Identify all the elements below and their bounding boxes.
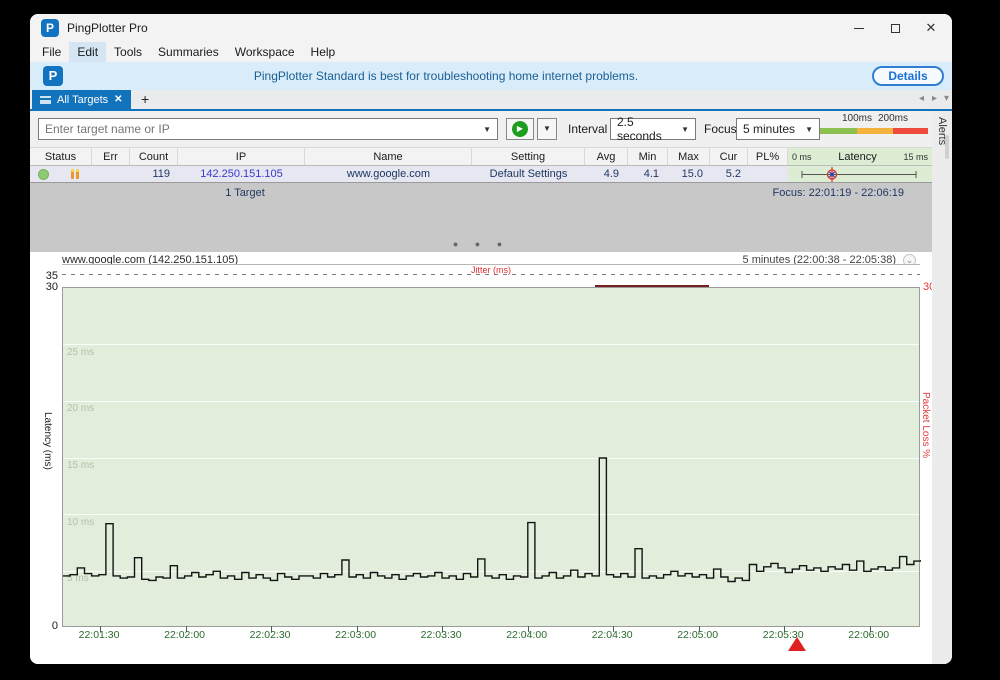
splitter-handle[interactable]: ● ● ● <box>30 239 932 249</box>
x-tick-label: 22:04:30 <box>592 629 633 641</box>
latency-axis-max-label: 30 <box>34 281 58 293</box>
play-icon: ▶ <box>512 121 528 137</box>
menu-bar: File Edit Tools Summaries Workspace Help <box>30 42 952 62</box>
col-setting[interactable]: Setting <box>472 148 585 165</box>
table-header: Status Err Count IP Name Setting Avg Min… <box>30 147 932 166</box>
target-dropdown-icon[interactable]: ▼ <box>483 125 491 134</box>
notification-bar: P PingPlotter Standard is best for troub… <box>30 62 952 90</box>
latency-axis-min-label: 0 <box>34 620 58 632</box>
count-cell: 119 <box>130 166 178 182</box>
close-button[interactable]: ✕ <box>914 14 948 42</box>
latency-scale-bar <box>820 128 928 134</box>
tab-bar: All Targets ✕ + ◂ ▸ ▾ <box>30 90 952 109</box>
x-tick-label: 22:04:00 <box>506 629 547 641</box>
min-cell: 4.1 <box>628 166 668 182</box>
col-min[interactable]: Min <box>628 148 668 165</box>
tab-label: All Targets <box>57 94 108 106</box>
x-tick-label: 22:03:00 <box>335 629 376 641</box>
tab-all-targets[interactable]: All Targets ✕ <box>32 90 131 109</box>
latency-plot[interactable]: 5 ms10 ms15 ms20 ms25 ms <box>62 287 920 627</box>
tab-scroll-right-icon[interactable]: ▸ <box>932 93 937 104</box>
menu-tools[interactable]: Tools <box>106 42 150 62</box>
x-tick-label: 22:02:30 <box>250 629 291 641</box>
setting-cell[interactable]: Default Settings <box>472 166 585 182</box>
table-row[interactable]: 119 142.250.151.105 www.google.com Defau… <box>30 166 932 183</box>
x-tick-label: 22:02:00 <box>164 629 205 641</box>
x-tick-label: 22:06:00 <box>848 629 889 641</box>
avg-cell: 4.9 <box>585 166 628 182</box>
maximize-button[interactable] <box>878 14 912 42</box>
menu-file[interactable]: File <box>34 42 69 62</box>
latency-axis-title: Latency (ms) <box>42 412 53 592</box>
notification-message: PingPlotter Standard is best for trouble… <box>30 69 862 83</box>
x-tick-label: 22:05:30 <box>763 629 804 641</box>
window-title: PingPlotter Pro <box>67 21 148 35</box>
max-cell: 15.0 <box>668 166 710 182</box>
toolbar: Enter target name or IP ▼ ▶ ▼ Interval 2… <box>30 111 932 147</box>
col-latency[interactable]: 0 ms Latency 15 ms <box>788 148 932 165</box>
col-cur[interactable]: Cur <box>710 148 748 165</box>
col-err[interactable]: Err <box>92 148 130 165</box>
tab-list-dropdown-icon[interactable]: ▾ <box>944 93 949 104</box>
jitter-label: Jitter (ms) <box>62 265 920 275</box>
col-count[interactable]: Count <box>130 148 178 165</box>
x-tick-label: 22:01:30 <box>79 629 120 641</box>
tab-scroll-left-icon[interactable]: ◂ <box>919 93 924 104</box>
focus-select[interactable]: 5 minutes ▼ <box>736 118 820 140</box>
err-cell <box>92 166 130 182</box>
targets-count: 1 Target <box>180 187 310 199</box>
menu-edit[interactable]: Edit <box>69 42 106 62</box>
latency-series <box>63 288 921 628</box>
jitter-strip: Jitter (ms) <box>62 264 920 286</box>
scale-green-segment <box>820 128 857 134</box>
latency-range-indicator <box>788 166 932 183</box>
scale-red-segment <box>893 128 928 134</box>
col-max[interactable]: Max <box>668 148 710 165</box>
cur-cell: 5.2 <box>710 166 748 182</box>
x-tick-label: 22:05:00 <box>677 629 718 641</box>
interval-select[interactable]: 2.5 seconds ▼ <box>610 118 696 140</box>
pl-cell <box>748 166 788 182</box>
right-side-strip: Alerts <box>932 111 952 664</box>
tab-close-icon[interactable]: ✕ <box>114 94 122 105</box>
details-button[interactable]: Details <box>872 66 944 86</box>
latency-range-cell <box>788 166 932 182</box>
strip-scrollbar-thumb[interactable] <box>945 135 949 159</box>
app-logo-icon: P <box>41 19 59 37</box>
col-avg[interactable]: Avg <box>585 148 628 165</box>
status-cell <box>30 166 92 182</box>
chart-panel: www.google.com (142.250.151.105) 5 minut… <box>30 252 932 664</box>
focus-label: Focus <box>704 122 737 136</box>
col-pl[interactable]: PL% <box>748 148 788 165</box>
name-cell[interactable]: www.google.com <box>305 166 472 182</box>
packetloss-axis-title: Packet Loss % <box>920 392 931 572</box>
app-window: P PingPlotter Pro ✕ File Edit Tools Summ… <box>30 14 952 664</box>
firewall-icon <box>71 169 79 179</box>
status-ok-icon <box>38 169 49 180</box>
menu-summaries[interactable]: Summaries <box>150 42 227 62</box>
hamburger-icon <box>40 96 51 104</box>
new-tab-button[interactable]: + <box>136 91 154 107</box>
scale-yellow-segment <box>857 128 893 134</box>
focus-range-label: Focus: 22:01:19 - 22:06:19 <box>773 187 904 199</box>
target-input[interactable]: Enter target name or IP ▼ <box>38 118 498 140</box>
menu-workspace[interactable]: Workspace <box>227 42 303 62</box>
menu-help[interactable]: Help <box>303 42 344 62</box>
start-button[interactable]: ▶ <box>506 118 534 140</box>
ip-cell[interactable]: 142.250.151.105 <box>178 166 305 182</box>
summary-band: 1 Target Focus: 22:01:19 - 22:06:19 ● ● … <box>30 183 932 252</box>
col-name[interactable]: Name <box>305 148 472 165</box>
minimize-button[interactable] <box>842 14 876 42</box>
col-ip[interactable]: IP <box>178 148 305 165</box>
col-status[interactable]: Status <box>30 148 92 165</box>
interval-label: Interval <box>568 122 607 136</box>
focus-dropdown-icon: ▼ <box>805 125 813 134</box>
start-options-dropdown[interactable]: ▼ <box>537 118 557 140</box>
interval-dropdown-icon: ▼ <box>681 125 689 134</box>
x-tick-label: 22:03:30 <box>421 629 462 641</box>
title-bar: P PingPlotter Pro ✕ <box>30 14 952 42</box>
